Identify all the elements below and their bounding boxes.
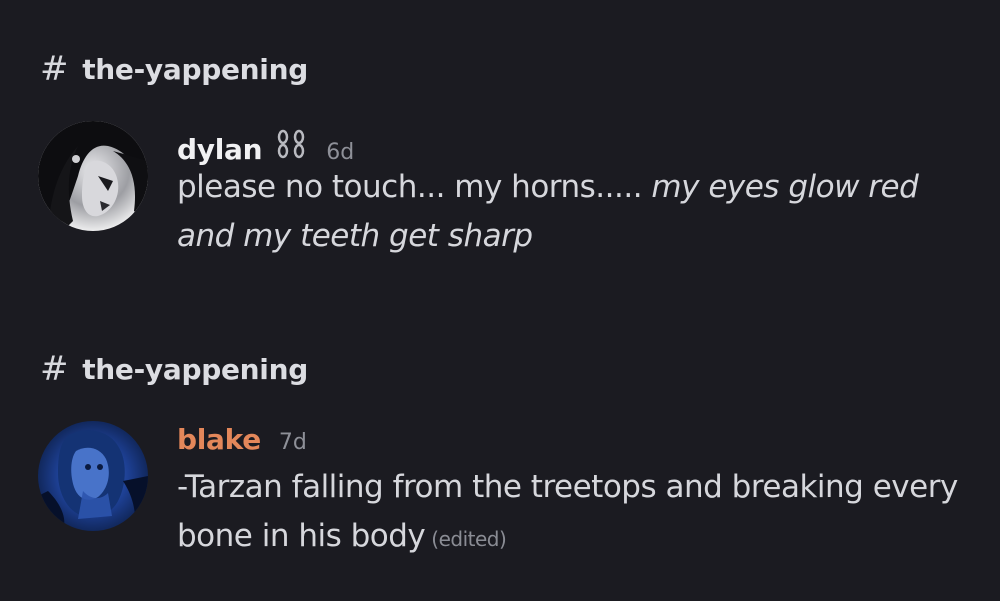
search-results: # the-yappening dylan 6d please no touch… [0, 0, 1000, 601]
message-text-plain: -Tarzan falling from the treetops and br… [177, 469, 958, 554]
chain-icon [272, 129, 310, 165]
message-text: -Tarzan falling from the treetops and br… [177, 463, 960, 564]
edited-label: (edited) [431, 527, 507, 551]
timestamp: 7d [278, 430, 307, 455]
avatar[interactable] [38, 421, 148, 531]
message-result[interactable]: # the-yappening [0, 300, 1000, 601]
avatar[interactable] [38, 121, 148, 231]
message-text-plain: please no touch... my horns..... [177, 169, 652, 205]
message-result[interactable]: # the-yappening [0, 0, 1000, 300]
channel-header[interactable]: # the-yappening [40, 52, 308, 86]
channel-header[interactable]: # the-yappening [40, 352, 308, 386]
hashtag-icon: # [40, 349, 69, 389]
channel-name: the-yappening [82, 352, 308, 386]
channel-name: the-yappening [82, 52, 308, 86]
message-body: blake 7d -Tarzan falling from the treeto… [177, 423, 960, 564]
username[interactable]: blake [177, 423, 261, 456]
timestamp: 6d [326, 140, 355, 165]
message-body: dylan 6d please no touch... my horns....… [177, 123, 960, 261]
message-text: please no touch... my horns..... my eyes… [177, 163, 960, 261]
username[interactable]: dylan [177, 133, 263, 166]
hashtag-icon: # [40, 49, 69, 89]
